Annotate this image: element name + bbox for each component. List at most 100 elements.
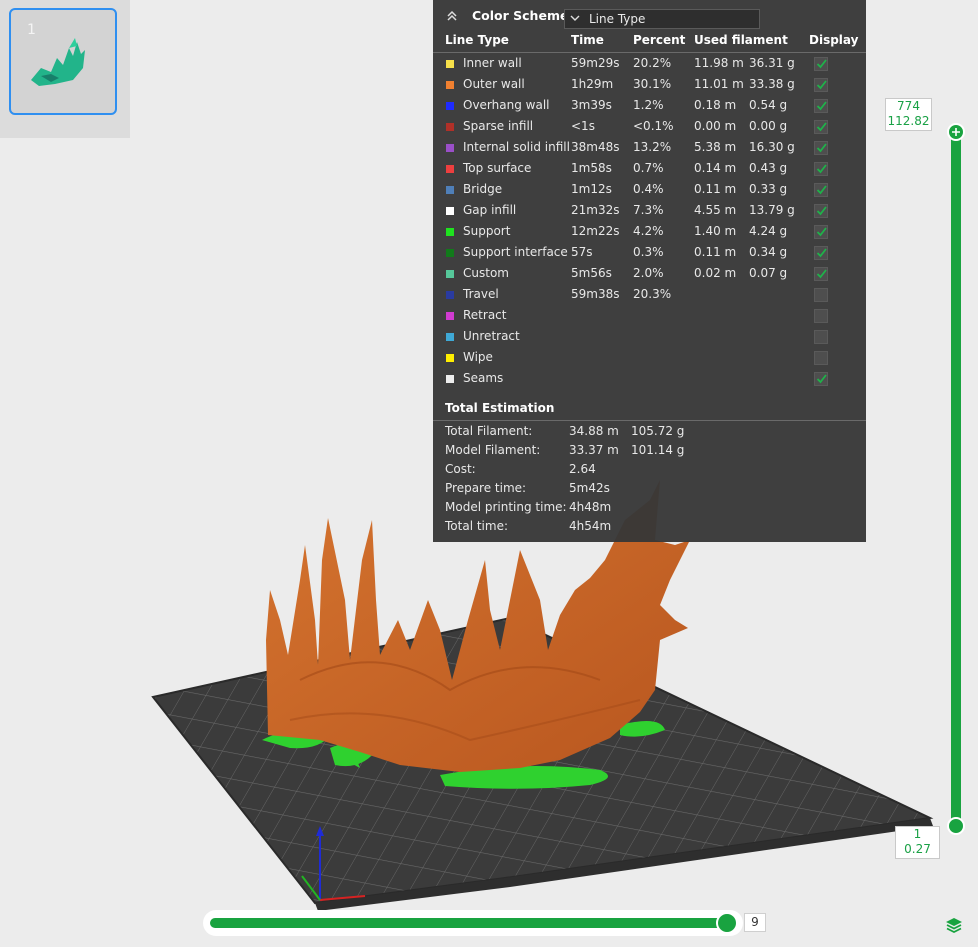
estimation-row: Model printing time: 4h48m — [433, 499, 866, 518]
estimation-value-1: 2.64 — [569, 462, 596, 476]
layers-icon[interactable] — [944, 915, 964, 935]
line-type-length: 4.55 m — [694, 203, 737, 217]
display-checkbox[interactable] — [814, 330, 828, 344]
display-checkbox[interactable] — [814, 120, 828, 134]
line-type-weight: 33.38 g — [749, 77, 795, 91]
line-type-name: Retract — [463, 308, 507, 322]
display-checkbox[interactable] — [814, 288, 828, 302]
display-checkbox[interactable] — [814, 162, 828, 176]
header-percent: Percent — [633, 33, 686, 47]
display-checkbox[interactable] — [814, 78, 828, 92]
color-swatch — [446, 228, 454, 236]
line-type-weight: 13.79 g — [749, 203, 795, 217]
display-checkbox[interactable] — [814, 225, 828, 239]
move-slider-handle[interactable] — [716, 912, 738, 934]
color-swatch — [446, 207, 454, 215]
estimation-value-1: 5m42s — [569, 481, 610, 495]
legend-row: Bridge 1m12s 0.4% 0.11 m 0.33 g — [433, 181, 866, 202]
display-checkbox[interactable] — [814, 183, 828, 197]
line-type-weight: 0.34 g — [749, 245, 788, 259]
color-swatch — [446, 312, 454, 320]
display-checkbox[interactable] — [814, 246, 828, 260]
line-type-weight: 16.30 g — [749, 140, 795, 154]
line-type-time: 3m39s — [571, 98, 612, 112]
display-checkbox[interactable] — [814, 204, 828, 218]
line-type-percent: 20.2% — [633, 56, 672, 70]
estimation-label: Prepare time: — [445, 481, 527, 495]
bottom-layer-number: 1 — [913, 827, 922, 841]
line-type-name: Top surface — [463, 161, 532, 175]
checkmark-icon — [816, 248, 827, 258]
top-layer-number: 774 — [897, 99, 920, 113]
legend-row: Unretract — [433, 328, 866, 349]
chevron-down-icon — [570, 15, 580, 21]
checkmark-icon — [816, 374, 827, 384]
color-swatch — [446, 333, 454, 341]
line-type-weight: 0.54 g — [749, 98, 788, 112]
display-checkbox[interactable] — [814, 267, 828, 281]
line-type-length: 1.40 m — [694, 224, 737, 238]
legend-row: Travel 59m38s 20.3% — [433, 286, 866, 307]
line-type-length: 0.02 m — [694, 266, 737, 280]
line-type-time: 5m56s — [571, 266, 612, 280]
estimation-row: Cost: 2.64 — [433, 461, 866, 480]
checkmark-icon — [816, 206, 827, 216]
legend-row: Overhang wall 3m39s 1.2% 0.18 m 0.54 g — [433, 97, 866, 118]
total-estimation-title: Total Estimation — [445, 401, 555, 415]
estimation-label: Total Filament: — [445, 424, 533, 438]
layer-slider-track[interactable] — [951, 131, 961, 826]
legend-row: Retract — [433, 307, 866, 328]
legend-row: Inner wall 59m29s 20.2% 11.98 m 36.31 g — [433, 55, 866, 76]
legend-row: Support 12m22s 4.2% 1.40 m 4.24 g — [433, 223, 866, 244]
display-checkbox[interactable] — [814, 351, 828, 365]
estimation-value-1: 33.37 m — [569, 443, 619, 457]
move-slider-track[interactable] — [210, 918, 736, 928]
line-type-percent: 0.3% — [633, 245, 664, 259]
line-type-percent: 30.1% — [633, 77, 672, 91]
display-checkbox[interactable] — [814, 99, 828, 113]
line-type-time: 1h29m — [571, 77, 614, 91]
layer-slider-top-handle[interactable] — [947, 123, 965, 141]
header-used-filament: Used filament — [694, 33, 788, 47]
estimation-label: Total time: — [445, 519, 508, 533]
legend-row: Sparse infill <1s <0.1% 0.00 m 0.00 g — [433, 118, 866, 139]
line-type-name: Support — [463, 224, 511, 238]
layer-slider-bottom-handle[interactable] — [947, 817, 965, 835]
display-checkbox[interactable] — [814, 57, 828, 71]
line-type-time: 38m48s — [571, 140, 620, 154]
line-type-weight: 0.43 g — [749, 161, 788, 175]
line-type-name: Wipe — [463, 350, 493, 364]
header-divider — [433, 52, 866, 53]
estimation-value-2: 105.72 g — [631, 424, 685, 438]
line-type-percent: 0.4% — [633, 182, 664, 196]
checkmark-icon — [816, 227, 827, 237]
line-type-length: 0.11 m — [694, 182, 737, 196]
color-swatch — [446, 249, 454, 257]
line-type-time: 59m29s — [571, 56, 620, 70]
bottom-layer-label: 1 0.27 — [895, 826, 940, 859]
line-type-percent: 7.3% — [633, 203, 664, 217]
line-type-name: Gap infill — [463, 203, 517, 217]
legend-header: Color Scheme Line Type — [433, 6, 866, 30]
collapse-icon[interactable] — [445, 9, 459, 23]
line-type-weight: 0.07 g — [749, 266, 788, 280]
display-checkbox[interactable] — [814, 309, 828, 323]
checkmark-icon — [816, 143, 827, 153]
display-checkbox[interactable] — [814, 372, 828, 386]
estimation-row: Model Filament: 33.37 m 101.14 g — [433, 442, 866, 461]
legend-row: Wipe — [433, 349, 866, 370]
line-type-percent: 0.7% — [633, 161, 664, 175]
move-slider-value: 9 — [744, 913, 766, 932]
header-line-type: Line Type — [445, 33, 509, 47]
display-checkbox[interactable] — [814, 141, 828, 155]
line-type-percent: 13.2% — [633, 140, 672, 154]
line-type-time: 1m12s — [571, 182, 612, 196]
line-type-length: 11.98 m — [694, 56, 744, 70]
line-type-percent: 2.0% — [633, 266, 664, 280]
color-swatch — [446, 375, 454, 383]
color-scheme-select[interactable]: Line Type — [564, 9, 760, 29]
line-type-weight: 0.33 g — [749, 182, 788, 196]
line-type-time: 21m32s — [571, 203, 620, 217]
legend-row: Outer wall 1h29m 30.1% 11.01 m 33.38 g — [433, 76, 866, 97]
checkmark-icon — [816, 101, 827, 111]
